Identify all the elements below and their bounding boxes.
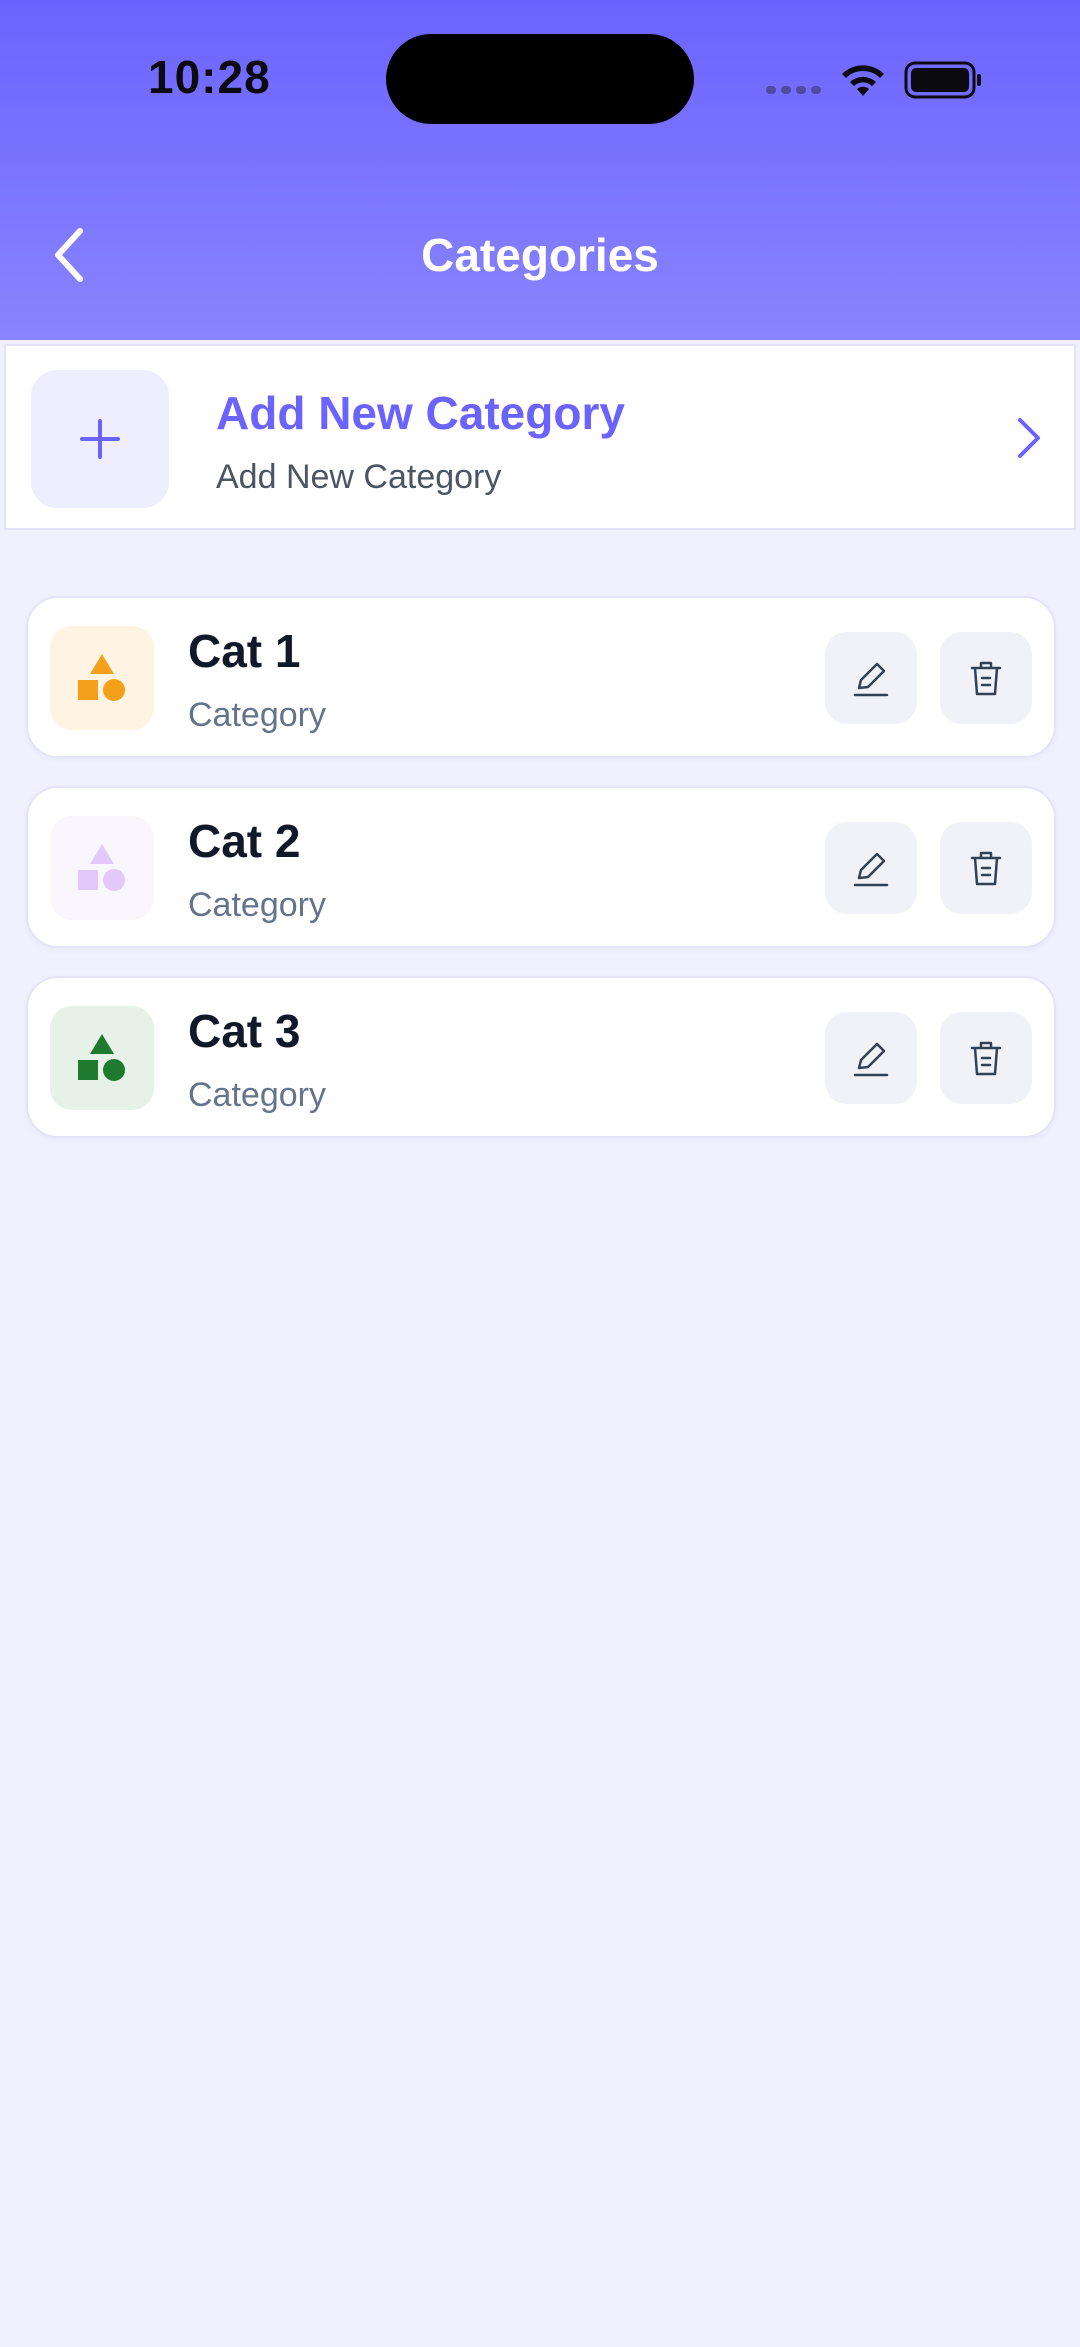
cellular-signal-icon: [766, 86, 821, 94]
status-time: 10:28: [148, 51, 271, 103]
category-name: Cat 2: [188, 815, 301, 867]
category-name: Cat 1: [188, 625, 301, 677]
category-card[interactable]: Cat 1 Category: [26, 596, 1056, 758]
add-category-row[interactable]: Add New Category Add New Category: [4, 344, 1076, 530]
plus-icon: [80, 419, 120, 459]
shapes-icon: [50, 626, 154, 730]
app-header: 10:28 Categories: [0, 0, 1080, 340]
pencil-icon: [853, 852, 889, 887]
edit-button[interactable]: [825, 822, 917, 914]
category-type: Category: [188, 1076, 326, 1114]
trash-icon: [970, 661, 1002, 696]
delete-button[interactable]: [940, 1012, 1032, 1104]
wifi-icon: [842, 65, 884, 96]
category-card[interactable]: Cat 3 Category: [26, 976, 1056, 1138]
pencil-icon: [853, 1042, 889, 1077]
add-category-subtitle: Add New Category: [216, 458, 502, 496]
add-icon-box: [31, 370, 169, 508]
battery-icon: [904, 61, 981, 99]
pencil-icon: [853, 662, 889, 697]
edit-button[interactable]: [825, 1012, 917, 1104]
dynamic-island: [386, 34, 694, 124]
chevron-right-icon: [1018, 418, 1040, 458]
category-type: Category: [188, 696, 326, 734]
trash-icon: [970, 1041, 1002, 1076]
add-category-title: Add New Category: [216, 387, 625, 439]
category-type: Category: [188, 886, 326, 924]
delete-button[interactable]: [940, 632, 1032, 724]
trash-icon: [970, 851, 1002, 886]
category-list: Cat 1 Category Cat 2 Category Cat 3 Cate…: [26, 596, 1056, 1166]
delete-button[interactable]: [940, 822, 1032, 914]
edit-button[interactable]: [825, 632, 917, 724]
shapes-icon: [50, 1006, 154, 1110]
category-card[interactable]: Cat 2 Category: [26, 786, 1056, 948]
page-title: Categories: [421, 229, 659, 281]
shapes-icon: [50, 816, 154, 920]
category-name: Cat 3: [188, 1005, 301, 1057]
